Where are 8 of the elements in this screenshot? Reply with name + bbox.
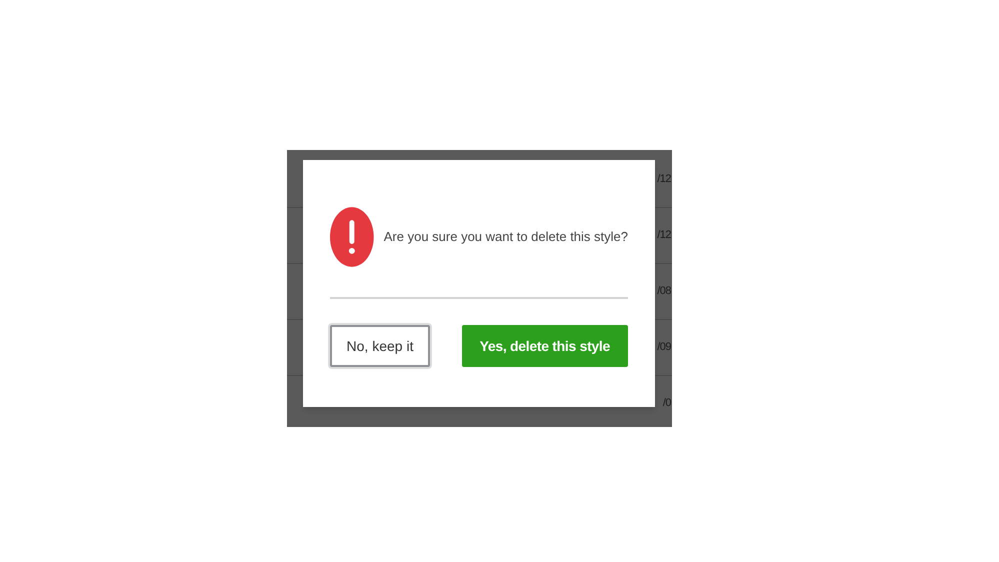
keep-button[interactable]: No, keep it xyxy=(330,325,430,367)
confirmation-message: Are you sure you want to delete this style? xyxy=(384,228,628,246)
date-cell-text: /12 xyxy=(657,228,671,244)
date-cell-text: /0 xyxy=(662,396,671,412)
date-cell-text: /08 xyxy=(657,284,671,300)
date-cell-text: /09 xyxy=(657,340,671,356)
exclamation-icon xyxy=(330,207,374,267)
date-cell-text: /12 xyxy=(657,172,671,188)
